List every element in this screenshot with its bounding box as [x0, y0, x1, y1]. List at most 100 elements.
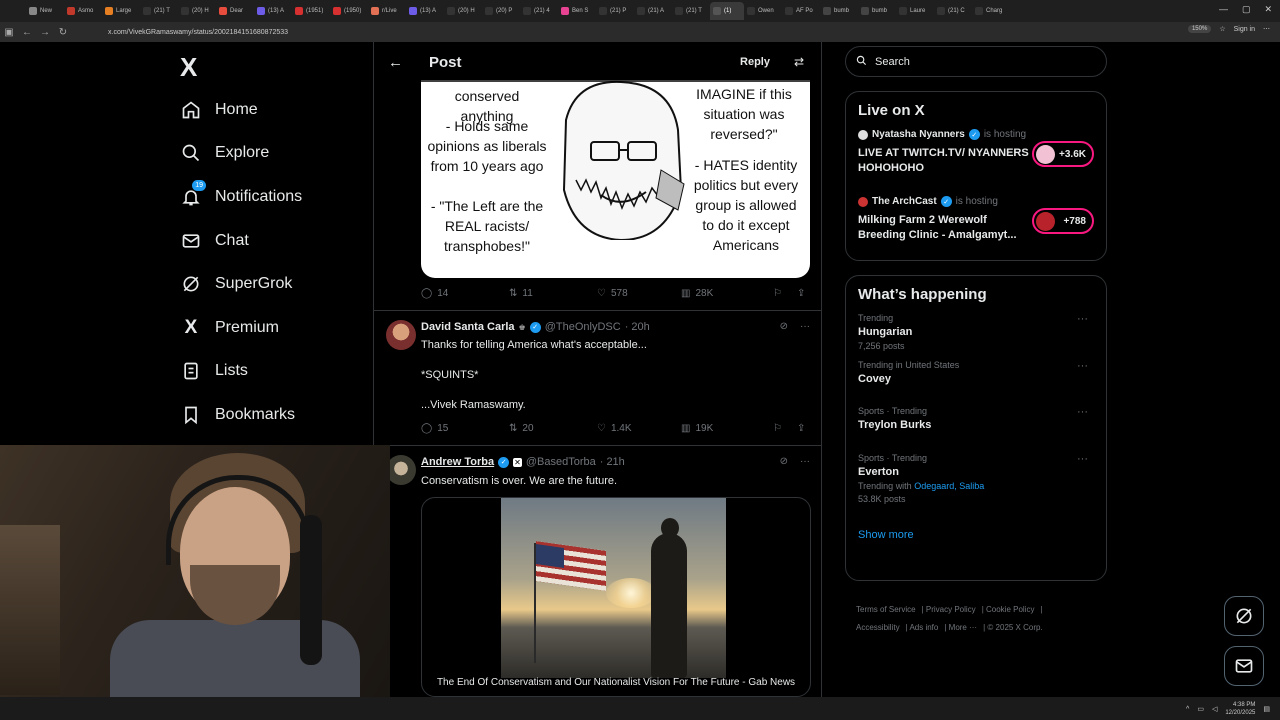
more-icon[interactable]: ··· — [1077, 453, 1088, 465]
browser-tab[interactable]: (21) T — [672, 2, 710, 20]
trend-item[interactable]: Sports · Trending Treylon Burks ··· — [858, 406, 1094, 453]
footer-link[interactable]: Accessibility — [856, 623, 900, 632]
browser-tab[interactable]: (21) C — [934, 2, 972, 20]
sliders-icon[interactable]: ⇄ — [794, 55, 804, 69]
reply-button[interactable]: Reply — [740, 56, 770, 68]
more-icon[interactable]: ··· — [800, 456, 810, 467]
browser-tab[interactable]: New — [26, 2, 64, 20]
host-name[interactable]: Nyatasha Nyanners — [872, 129, 965, 140]
zoom-badge[interactable]: 150% — [1187, 25, 1212, 33]
show-more-link[interactable]: Show more — [858, 529, 1094, 541]
star-icon[interactable]: ☆ — [1219, 25, 1225, 33]
sidebar-item-chat[interactable]: Chat — [172, 219, 372, 263]
like-action[interactable]: ♡ 578 — [597, 288, 681, 299]
author-name[interactable]: David Santa Carla — [421, 321, 515, 333]
live-listener-count[interactable]: +788 — [1032, 208, 1094, 234]
menu-icon[interactable]: ⋯ — [1263, 25, 1270, 33]
reply-action[interactable]: ◯ 14 — [421, 288, 509, 299]
views-action[interactable]: ▥ 28K — [681, 288, 773, 299]
footer-link[interactable]: Terms of Service — [856, 605, 916, 614]
more-icon[interactable]: ··· — [1077, 360, 1088, 372]
browser-tab[interactable]: Asmo — [64, 2, 102, 20]
more-icon[interactable]: ··· — [1077, 406, 1088, 418]
browser-tab[interactable]: bumb — [858, 2, 896, 20]
timestamp[interactable]: · 21h — [600, 456, 625, 468]
live-item[interactable]: The ArchCast ✓ is hosting Milking Farm 2… — [858, 196, 1094, 263]
reply-tweet[interactable]: David Santa Carla ♚ ✓ @TheOnlyDSC · 20h … — [374, 310, 821, 445]
avatar[interactable] — [386, 455, 416, 485]
browser-tab[interactable]: Laure — [896, 2, 934, 20]
back-icon[interactable]: ← — [18, 27, 36, 38]
browser-tab[interactable]: (1950) — [330, 2, 368, 20]
bookmark-action[interactable]: ⚐ — [773, 423, 797, 434]
sidebar-item-explore[interactable]: Explore — [172, 132, 372, 176]
live-listener-count[interactable]: +3.6K — [1032, 141, 1094, 167]
chevron-up-icon[interactable]: ^ — [1186, 706, 1189, 713]
browser-tab[interactable]: Ben S — [558, 2, 596, 20]
author-handle[interactable]: @TheOnlyDSC — [545, 321, 621, 333]
repost-action[interactable]: ⇅ 11 — [509, 288, 597, 299]
minimize-icon[interactable]: — — [1219, 4, 1228, 15]
live-title[interactable]: Milking Farm 2 Werewolf Breeding Clinic … — [858, 213, 1033, 243]
repost-action[interactable]: ⇅ 20 — [509, 423, 597, 434]
more-icon[interactable]: ··· — [800, 321, 810, 332]
sidebar-item-lists[interactable]: Lists — [172, 350, 372, 394]
browser-tab[interactable]: (20) H — [178, 2, 216, 20]
browser-tab[interactable]: (13) A — [254, 2, 292, 20]
sidebar-item-premium[interactable]: X Premium — [172, 306, 372, 350]
author-name[interactable]: Andrew Torba — [421, 456, 494, 468]
footer-link[interactable]: More ··· — [949, 623, 977, 632]
footer-link[interactable]: Cookie Policy — [986, 605, 1034, 614]
network-icon[interactable]: ▭ — [1197, 705, 1204, 713]
browser-tab[interactable]: (13) A — [406, 2, 444, 20]
sidebar-item-home[interactable]: Home — [172, 88, 372, 132]
back-arrow-icon[interactable]: ← — [388, 54, 403, 71]
forward-icon[interactable]: → — [36, 27, 54, 38]
browser-tab[interactable]: (21) P — [596, 2, 634, 20]
volume-icon[interactable]: ◁ — [1212, 705, 1217, 713]
url-field[interactable]: x.com/VivekGRamaswamy/status/20021841516… — [108, 29, 288, 36]
browser-tab[interactable]: Dear — [216, 2, 254, 20]
sidebar-item-notifications[interactable]: 19 Notifications — [172, 175, 372, 219]
browser-tab[interactable]: Charg — [972, 2, 1010, 20]
timestamp[interactable]: · 20h — [625, 321, 650, 333]
clock[interactable]: 4:38 PM 12/20/2025 — [1225, 701, 1255, 717]
avatar[interactable] — [386, 320, 416, 350]
browser-tab[interactable]: (20) H — [444, 2, 482, 20]
messages-fab-button[interactable] — [1224, 646, 1264, 686]
reload-icon[interactable]: ↻ — [54, 27, 72, 38]
browser-tab[interactable]: bumb — [820, 2, 858, 20]
browser-tab[interactable]: AF Po — [782, 2, 820, 20]
sidebar-item-supergrok[interactable]: SuperGrok — [172, 262, 372, 306]
browser-tab[interactable]: (1951) — [292, 2, 330, 20]
host-name[interactable]: The ArchCast — [872, 196, 937, 207]
footer-link[interactable]: Privacy Policy — [926, 605, 976, 614]
browser-tab[interactable]: (21) T — [140, 2, 178, 20]
browser-tab[interactable]: Owen — [744, 2, 782, 20]
sign-in-button[interactable]: Sign in — [1234, 26, 1255, 33]
sidebar-item-bookmarks[interactable]: Bookmarks — [172, 393, 372, 437]
grok-icon[interactable]: ⊘ — [780, 321, 788, 332]
share-action[interactable]: ⇪ — [797, 423, 805, 434]
browser-tab[interactable]: (21) A — [634, 2, 672, 20]
live-item[interactable]: Nyatasha Nyanners ✓ is hosting LIVE AT T… — [858, 129, 1094, 196]
browser-tab[interactable]: r/Live — [368, 2, 406, 20]
x-logo[interactable]: X — [180, 52, 372, 88]
browser-tab[interactable]: (20) P — [482, 2, 520, 20]
live-title[interactable]: LIVE AT TWITCH.TV/ NYANNERS HOHOHOHO — [858, 146, 1033, 176]
share-action[interactable]: ⇪ — [797, 288, 805, 299]
author-handle[interactable]: @BasedTorba — [526, 456, 596, 468]
trend-item[interactable]: Trending in United States Covey ··· — [858, 360, 1094, 407]
maximize-icon[interactable]: ▢ — [1242, 4, 1251, 15]
trend-with-links[interactable]: Odegaard, Saliba — [914, 481, 984, 491]
trend-item[interactable]: Trending Hungarian 7,256 posts ··· — [858, 313, 1094, 360]
views-action[interactable]: ▥ 19K — [681, 423, 773, 434]
browser-tab[interactable]: (1) — [710, 2, 744, 20]
browser-tab[interactable]: (21) 4 — [520, 2, 558, 20]
reply-action[interactable]: ◯ 15 — [421, 423, 509, 434]
bookmark-action[interactable]: ⚐ — [773, 288, 797, 299]
sidebar-toggle-icon[interactable]: ▣ — [0, 27, 18, 38]
search-input[interactable]: Search — [845, 46, 1107, 77]
grok-icon[interactable]: ⊘ — [780, 456, 788, 467]
link-card[interactable]: The End Of Conservatism and Our National… — [421, 497, 811, 697]
